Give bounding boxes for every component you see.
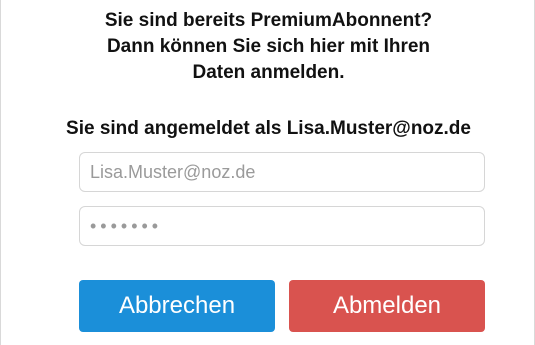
password-field[interactable] xyxy=(79,206,485,246)
intro-line-1: Sie sind bereits PremiumAbonnent? xyxy=(104,10,433,31)
cancel-button[interactable]: Abbrechen xyxy=(79,280,275,332)
logged-in-status: Sie sind angemeldet als Lisa.Muster@noz.… xyxy=(66,118,471,139)
intro-line-3: Daten anmelden. xyxy=(192,62,345,83)
intro-line-2: Dann können Sie sich hier mit Ihren xyxy=(106,36,431,57)
intro-text: Sie sind bereits PremiumAbonnent? Dann k… xyxy=(1,8,535,86)
logout-button[interactable]: Abmelden xyxy=(289,280,485,332)
email-field[interactable] xyxy=(79,152,485,192)
login-panel: Sie sind bereits PremiumAbonnent? Dann k… xyxy=(0,0,535,345)
